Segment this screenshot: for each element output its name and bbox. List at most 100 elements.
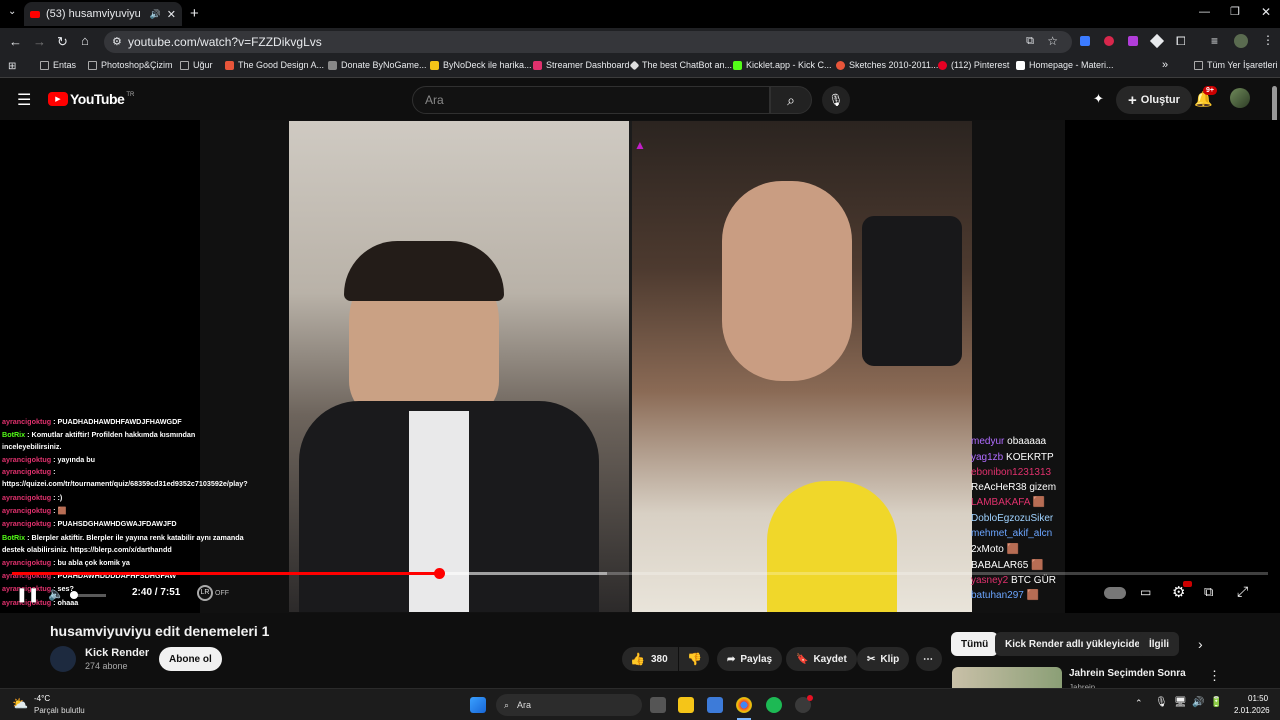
weather-icon[interactable]: ⛅ [12,696,28,712]
chip-from-uploader[interactable]: Kick Render adlı yükleyiciden [995,632,1157,656]
bookmark-star-icon[interactable]: ☆ [1047,34,1058,48]
taskbar-search-box[interactable]: ⌕ Ara [496,694,642,716]
volume-tray-icon[interactable]: 🔊 [1192,697,1204,708]
tray-chevron-icon[interactable]: ⌃ [1135,698,1143,709]
chat-message: ayrancigoktug : PUAHSDGHAWHDGWAJFDAWJFD [2,519,177,528]
more-actions-button[interactable]: ⋯ [916,647,942,671]
home-icon[interactable]: ⌂ [81,34,89,47]
bookmark-folder[interactable]: Photoshop&Çizim [88,60,173,70]
extensions-puzzle-icon[interactable]: ⧠ [1176,35,1186,47]
extension-icon[interactable] [1104,36,1114,46]
site-info-icon[interactable]: ⚙ [112,35,122,48]
lr-icon[interactable]: LR [197,585,213,601]
bookmark-link[interactable]: ByNoDeck ile harika... [430,60,532,70]
chip-related[interactable]: İlgili [1139,632,1179,656]
kebab-menu-icon[interactable]: ⋮ [1208,668,1221,684]
clock-time[interactable]: 01:50 [1248,694,1268,703]
bookmark-link[interactable]: Kicklet.app - Kick C... [733,60,832,70]
back-icon[interactable]: ← [9,35,22,48]
video-player[interactable]: ▲ ayrancigoktug : PUADHADHAWDHFAWDJFHAWG… [0,120,1280,613]
bookmark-link[interactable]: Sketches 2010-2011... [836,60,938,70]
search-icon: ⌕ [787,91,795,108]
more-dots-icon: ⋯ [923,653,933,665]
like-button[interactable]: 👍 380 [622,647,678,671]
url-field[interactable]: ⚙ youtube.com/watch?v=FZZDikvgLvs ⧉ ☆ [104,31,1072,53]
pause-icon[interactable]: ❚❚ [16,586,39,603]
media-control-icon[interactable]: ≡ [1211,35,1218,47]
account-avatar[interactable] [1230,88,1250,108]
spotify-icon[interactable] [766,697,782,713]
volume-slider[interactable] [70,591,106,599]
mic-tray-icon[interactable]: 🎙 [1155,697,1168,708]
all-bookmarks-folder[interactable]: Tüm Yer İşaretleri [1194,60,1278,70]
battery-icon[interactable]: 🔋 [1210,697,1222,708]
install-app-icon[interactable]: ⧉ [1026,35,1034,48]
channel-avatar[interactable] [50,646,76,672]
save-button[interactable]: 🔖 Kaydet [786,647,857,671]
channel-name[interactable]: Kick Render [85,647,149,659]
seek-handle[interactable] [433,568,445,579]
microphone-icon: 🎙 [828,93,844,107]
task-view-icon[interactable] [650,697,666,713]
network-icon[interactable]: 🖥 [1174,697,1187,708]
subscribe-button[interactable]: Abone ol [159,647,222,671]
chevron-right-icon[interactable]: › [1198,636,1203,652]
kick-chat-overlay-right: medyur obaaaaa yag1zb KOEKRTP ebonibon12… [970,432,1064,607]
forward-icon[interactable]: → [33,35,46,48]
ai-sparkle-icon[interactable]: ✦ [1093,91,1104,107]
volume-icon[interactable]: 🔈 [48,586,64,602]
minimize-icon[interactable]: — [1199,7,1210,18]
bookmark-folder[interactable]: Entas [40,60,76,70]
fullscreen-icon[interactable]: ⤢ [1237,583,1248,600]
seek-bar[interactable] [12,568,1268,579]
bookmark-link[interactable]: (112) Pinterest [938,60,1009,70]
window-close-icon[interactable]: ✕ [1261,6,1271,18]
subscriber-count: 274 abone [85,661,128,671]
tab-list-chevron-icon[interactable]: ⌄ [8,7,16,17]
share-button[interactable]: ➦ Paylaş [717,647,783,671]
speaker-icon[interactable]: 🔊 [150,9,161,20]
windows-start-icon[interactable] [470,697,486,713]
search-button[interactable]: ⌕ [770,86,812,114]
maximize-icon[interactable]: ❐ [1230,7,1240,18]
search-input[interactable]: Ara [412,86,770,114]
btc-poster [862,216,962,366]
bookmark-link[interactable]: Donate ByNoGame... [328,60,427,70]
clip-button[interactable]: ✂ Klip [857,647,910,671]
bookmark-folder[interactable]: Uğur [180,60,213,70]
hamburger-menu-icon[interactable]: ☰ [17,90,31,110]
extension-icon[interactable] [1128,36,1138,46]
app-badge [807,695,813,701]
store-icon[interactable] [707,697,723,713]
chat-username: ebonibon1231313 [971,467,1052,478]
voice-search-button[interactable]: 🎙 [822,86,850,114]
chrome-icon[interactable] [736,697,752,713]
bookmark-link[interactable]: Streamer Dashboard [533,60,630,70]
chip-all[interactable]: Tümü [951,632,999,656]
reload-icon[interactable]: ↻ [57,35,68,48]
bookmark-link[interactable]: The best ChatBot an... [629,60,732,70]
related-video-title[interactable]: Jahrein Seçimden Sonra [1069,668,1186,679]
file-explorer-icon[interactable] [678,697,694,713]
extension-icon[interactable] [1149,33,1165,49]
more-bookmarks-icon[interactable]: » [1162,59,1168,71]
bookmark-link[interactable]: The Good Design A... [225,60,324,70]
tab-close-icon[interactable]: ✕ [167,8,176,21]
youtube-logo[interactable]: ▶ YouTube TR [48,91,134,107]
extension-icon[interactable] [1080,36,1090,46]
browser-menu-icon[interactable]: ⋮ [1262,34,1274,46]
subtitles-icon[interactable]: ▭ [1140,585,1151,599]
bookmark-link[interactable]: Homepage - Materi... [1016,60,1114,70]
plus-icon: + [1128,91,1137,109]
miniplayer-icon[interactable]: ⧉ [1204,584,1213,600]
new-tab-icon[interactable]: + [190,6,199,21]
create-button[interactable]: + Oluştur [1116,86,1192,114]
volume-handle[interactable] [70,591,78,599]
clock-date[interactable]: 2.01.2026 [1234,706,1270,715]
browser-tab[interactable]: (53) husamviyuviyu edit de... 🔊 ✕ [24,2,182,26]
profile-avatar[interactable] [1234,34,1248,48]
apps-grid-icon[interactable]: ⊞ [8,61,16,72]
related-video-thumbnail[interactable] [952,667,1062,688]
dislike-button[interactable]: 👎 [679,647,709,671]
autoplay-toggle[interactable] [1104,587,1126,599]
